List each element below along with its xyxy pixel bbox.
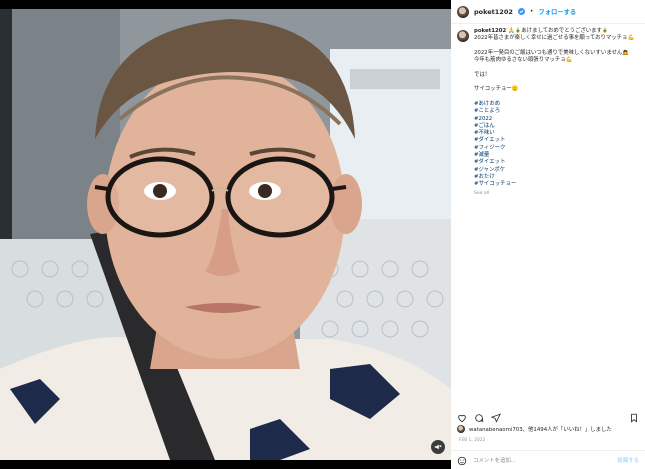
likes-text: watanabenaomi703、他1494人が「いいね！」しました (469, 427, 612, 433)
post-photo[interactable] (0, 9, 451, 460)
hashtag-link[interactable]: #サイコッチョー (474, 181, 634, 188)
post-header: poket1202 • フォローする (451, 0, 645, 24)
audio-icon[interactable] (431, 440, 445, 454)
caption-line: 🙏🎍あけましておめでとうございます🎍 (507, 28, 609, 34)
caption: poket1202 🙏🎍あけましておめでとうございます🎍 2022年皆さまが楽し… (457, 28, 639, 197)
liker-avatar (457, 425, 465, 433)
caption-line: サイコッチョー🫡 (474, 86, 519, 93)
caption-line: では！ (474, 71, 491, 78)
see-all-link[interactable]: See all (474, 190, 634, 197)
hashtag-link[interactable]: #ジャンポケ (474, 167, 634, 174)
hashtag-link[interactable]: #ダイエット (474, 159, 634, 166)
bookmark-icon[interactable] (629, 408, 639, 427)
hashtag-link[interactable]: #ことよろ (474, 108, 634, 115)
post-comment-button[interactable]: 投稿する (617, 456, 639, 464)
likes-summary[interactable]: watanabenaomi703、他1494人が「いいね！」しました (457, 425, 612, 433)
comment-input[interactable]: コメントを追加... (473, 456, 611, 464)
caption-avatar[interactable] (457, 30, 469, 42)
follow-button[interactable]: フォローする (538, 7, 576, 16)
caption-username[interactable]: poket1202 (474, 28, 506, 34)
caption-line: 2022年皆さまが楽しく幸せに過ごせる事を願っておりマッチョ💪 (474, 35, 635, 42)
hashtag-link[interactable]: #フィジーク (474, 145, 634, 152)
selfie-image (0, 9, 451, 460)
post-date: FEB 1, 2022 (459, 437, 486, 442)
header-separator: • (529, 8, 534, 15)
caption-body: poket1202 🙏🎍あけましておめでとうございます🎍 2022年皆さまが楽し… (474, 28, 634, 197)
hashtag-link[interactable]: #ダイエット (474, 137, 634, 144)
caption-line: 今年も筋肉ゆるさない頑張りマッチョ💪 (474, 57, 573, 64)
post-sidebar: poket1202 • フォローする poket1202 🙏🎍あけましておめでと… (451, 0, 645, 469)
avatar[interactable] (457, 5, 469, 18)
caption-line (474, 64, 634, 71)
hashtag-link[interactable]: #ごはん (474, 123, 634, 130)
hashtag-link[interactable]: #2022 (474, 116, 634, 123)
header-username[interactable]: poket1202 (474, 8, 513, 16)
emoji-icon[interactable] (457, 451, 467, 469)
caption-line (474, 43, 634, 50)
comment-bar: コメントを追加... 投稿する (451, 450, 645, 469)
verified-badge-icon (517, 8, 525, 15)
